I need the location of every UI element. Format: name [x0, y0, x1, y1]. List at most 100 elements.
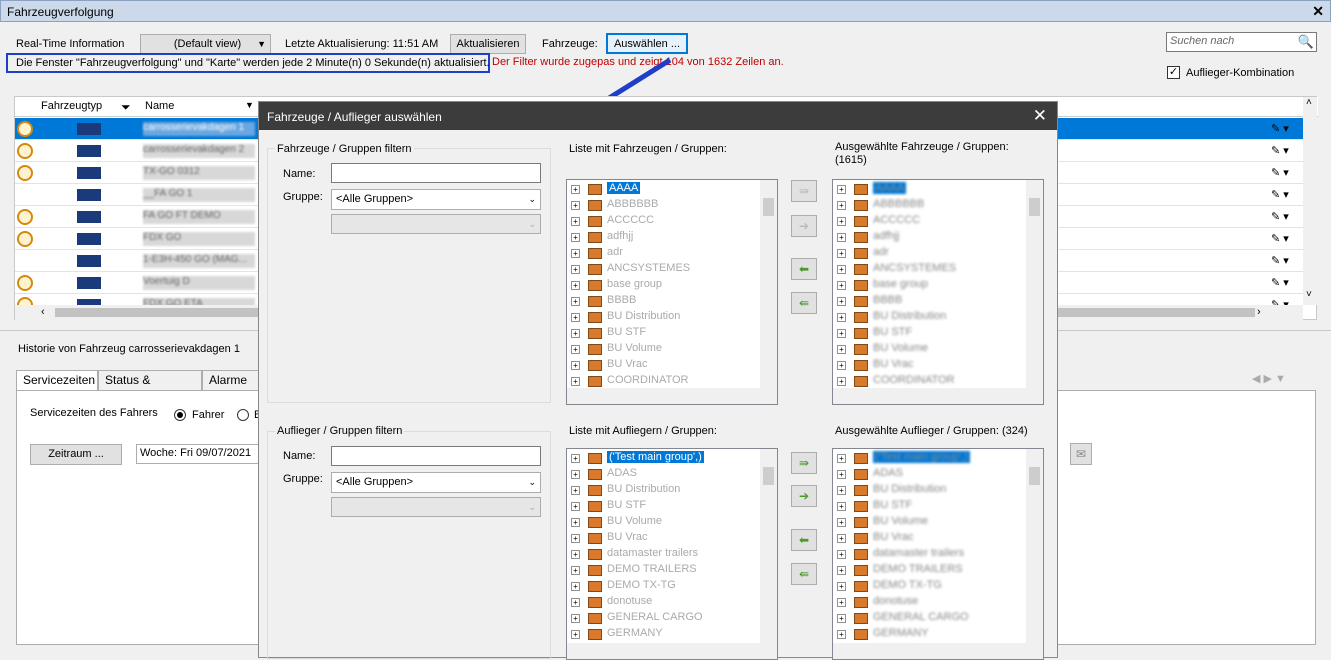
expand-icon[interactable]: + [571, 185, 580, 194]
expand-icon[interactable]: + [837, 297, 846, 306]
list-item[interactable]: + ACCCCC [837, 213, 1027, 229]
expand-icon[interactable]: + [571, 598, 580, 607]
radio-other[interactable] [237, 409, 249, 421]
list-item[interactable]: + ABBBBBB [571, 197, 761, 213]
expand-icon[interactable]: + [571, 630, 580, 639]
list-item[interactable]: + ANCSYSTEMES [837, 261, 1027, 277]
edit-icon[interactable]: ✎ ▾ [1271, 166, 1289, 179]
remove-trailer-button[interactable]: ⬅ [791, 529, 817, 551]
expand-icon[interactable]: + [837, 630, 846, 639]
expand-icon[interactable]: + [571, 454, 580, 463]
list-item[interactable]: + BU Volume [837, 341, 1027, 357]
list-item[interactable]: + BU Vrac [837, 530, 1027, 546]
list-item[interactable]: + GERMANY [837, 626, 1027, 642]
chevron-right-icon[interactable]: › [1257, 306, 1261, 318]
column-name[interactable]: Name [145, 100, 174, 112]
expand-icon[interactable]: + [571, 329, 580, 338]
list-item[interactable]: + BU Distribution [837, 309, 1027, 325]
list-vertical-scrollbar[interactable] [1026, 180, 1043, 390]
edit-icon[interactable]: ✎ ▾ [1271, 210, 1289, 223]
list-vertical-scrollbar[interactable] [760, 449, 777, 645]
selected-trailer-list[interactable]: + ('Test main group',) + ADAS + BU Distributi… [832, 448, 1044, 660]
view-combo[interactable]: (Default view) ▼ [140, 34, 271, 54]
expand-icon[interactable]: + [571, 249, 580, 258]
list-item[interactable]: + BU STF [837, 498, 1027, 514]
list-item[interactable]: + datamaster trailers [837, 546, 1027, 562]
week-field[interactable]: Woche: Fri 09/07/2021 [136, 444, 266, 464]
vehicle-subgroup-select[interactable]: ⌄ [331, 214, 541, 234]
remove-all-trailers-button[interactable]: ⇚ [791, 563, 817, 585]
list-item[interactable]: + BU STF [571, 325, 761, 341]
vehicle-group-select[interactable]: <Alle Gruppen> ⌄ [331, 189, 541, 210]
scroll-thumb[interactable] [1029, 198, 1040, 216]
expand-icon[interactable]: + [571, 518, 580, 527]
edit-icon[interactable]: ✎ ▾ [1271, 232, 1289, 245]
select-vehicles-button[interactable]: Auswählen ... [606, 33, 688, 54]
list-item[interactable]: + ACCCCC [571, 213, 761, 229]
expand-icon[interactable]: + [571, 201, 580, 210]
expand-icon[interactable]: + [837, 249, 846, 258]
scroll-thumb[interactable] [763, 467, 774, 485]
add-trailer-button[interactable]: ➔ [791, 485, 817, 507]
list-item[interactable]: + datamaster trailers [571, 546, 761, 562]
list-item[interactable]: + GENERAL CARGO [837, 610, 1027, 626]
list-item[interactable]: + BU Volume [571, 341, 761, 357]
close-icon[interactable]: ✕ [1312, 3, 1324, 20]
chevron-down-icon[interactable]: ˅ [1306, 289, 1312, 300]
trailer-subgroup-select[interactable]: ⌄ [331, 497, 541, 517]
list-item[interactable]: + AAAA [571, 181, 761, 197]
list-item[interactable]: + GERMANY [571, 626, 761, 642]
add-all-trailers-button[interactable]: ⇛ [791, 452, 817, 474]
refresh-button[interactable]: Aktualisieren [450, 34, 526, 54]
list-horizontal-scrollbar[interactable] [833, 388, 1043, 404]
list-item[interactable]: + adfhjj [571, 229, 761, 245]
expand-icon[interactable]: + [571, 233, 580, 242]
list-item[interactable]: + adr [837, 245, 1027, 261]
expand-icon[interactable]: + [837, 377, 846, 386]
expand-icon[interactable]: + [837, 550, 846, 559]
scroll-thumb[interactable] [1029, 467, 1040, 485]
list-item[interactable]: + BBBB [571, 293, 761, 309]
vehicle-list[interactable]: + AAAA + ABBBBBB + ACCCCC + adfhjj + adr + ANCSYSTE… [566, 179, 778, 405]
expand-icon[interactable]: + [837, 534, 846, 543]
list-horizontal-scrollbar[interactable] [567, 643, 777, 659]
list-item[interactable]: + AAAA [837, 181, 1027, 197]
list-item[interactable]: + adfhjj [837, 229, 1027, 245]
list-item[interactable]: + BBBB [837, 293, 1027, 309]
list-item[interactable]: + base group [837, 277, 1027, 293]
tab-scroll-icons[interactable]: ◀ ▶ ▼ [1252, 372, 1286, 385]
expand-icon[interactable]: + [571, 217, 580, 226]
list-item[interactable]: + ADAS [571, 466, 761, 482]
expand-icon[interactable]: + [571, 313, 580, 322]
expand-icon[interactable]: + [837, 361, 846, 370]
search-icon[interactable]: 🔍 [1298, 34, 1314, 50]
list-item[interactable]: + BU Distribution [571, 482, 761, 498]
expand-icon[interactable]: + [837, 313, 846, 322]
expand-icon[interactable]: + [571, 534, 580, 543]
list-item[interactable]: + COORDINATOR [837, 373, 1027, 389]
list-item[interactable]: + donotuse [837, 594, 1027, 610]
list-item[interactable]: + base group [571, 277, 761, 293]
expand-icon[interactable]: + [837, 582, 846, 591]
expand-icon[interactable]: + [837, 217, 846, 226]
chevron-left-icon[interactable]: ‹ [41, 306, 45, 318]
expand-icon[interactable]: + [571, 582, 580, 591]
list-item[interactable]: + BU Vrac [571, 530, 761, 546]
list-item[interactable]: + DEMO TX-TG [571, 578, 761, 594]
vehicle-name-input[interactable] [331, 163, 541, 183]
search-input[interactable]: Suchen nach 🔍 [1166, 32, 1317, 52]
expand-icon[interactable]: + [837, 518, 846, 527]
expand-icon[interactable]: + [571, 377, 580, 386]
edit-icon[interactable]: ✎ ▾ [1271, 188, 1289, 201]
add-all-vehicles-button[interactable]: ⇛ [791, 180, 817, 202]
list-item[interactable]: + ('Test main group',) [837, 450, 1027, 466]
expand-icon[interactable]: + [571, 550, 580, 559]
list-item[interactable]: + ADAS [837, 466, 1027, 482]
expand-icon[interactable]: + [571, 265, 580, 274]
list-item[interactable]: + BU Vrac [571, 357, 761, 373]
list-horizontal-scrollbar[interactable] [833, 643, 1043, 659]
scroll-thumb[interactable] [763, 198, 774, 216]
expand-icon[interactable]: + [837, 281, 846, 290]
filter-icon[interactable]: ⏷ [121, 100, 131, 115]
list-item[interactable]: + BU Distribution [571, 309, 761, 325]
